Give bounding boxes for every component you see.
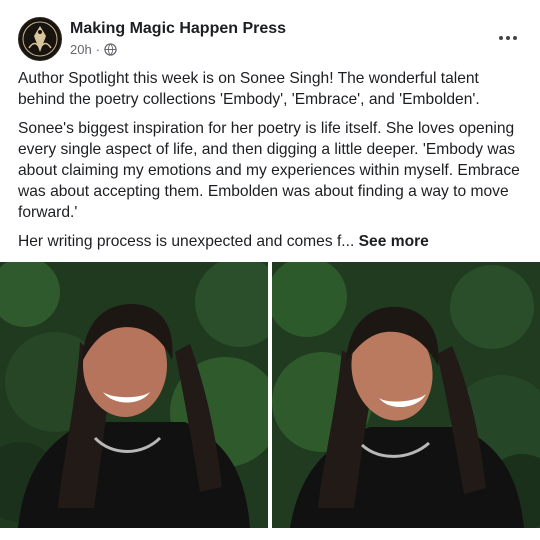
post-photo-right[interactable]	[272, 262, 540, 528]
see-more-link[interactable]: See more	[359, 233, 429, 250]
post-paragraph: Sonee's biggest inspiration for her poet…	[18, 120, 520, 221]
truncated-text: Her writing process is unexpected and co…	[18, 233, 355, 250]
dot-icon	[513, 36, 517, 40]
post-photo-left[interactable]	[0, 262, 268, 528]
post-paragraph: Author Spotlight this week is on Sonee S…	[18, 70, 480, 108]
photo-grid	[0, 262, 540, 528]
page-avatar[interactable]	[18, 17, 62, 61]
meta-separator: ·	[95, 42, 101, 57]
globe-icon[interactable]	[104, 43, 117, 56]
post-body: Author Spotlight this week is on Sonee S…	[18, 68, 524, 260]
page-name[interactable]: Making Magic Happen Press	[70, 20, 286, 38]
more-options-button[interactable]	[494, 28, 522, 48]
dot-icon	[506, 36, 510, 40]
post-truncated-paragraph: Her writing process is unexpected and co…	[18, 231, 524, 252]
post-header: Making Magic Happen Press 20h ·	[18, 14, 522, 62]
post-time[interactable]: 20h	[70, 42, 92, 57]
post-meta: 20h ·	[70, 42, 117, 57]
dot-icon	[499, 36, 503, 40]
